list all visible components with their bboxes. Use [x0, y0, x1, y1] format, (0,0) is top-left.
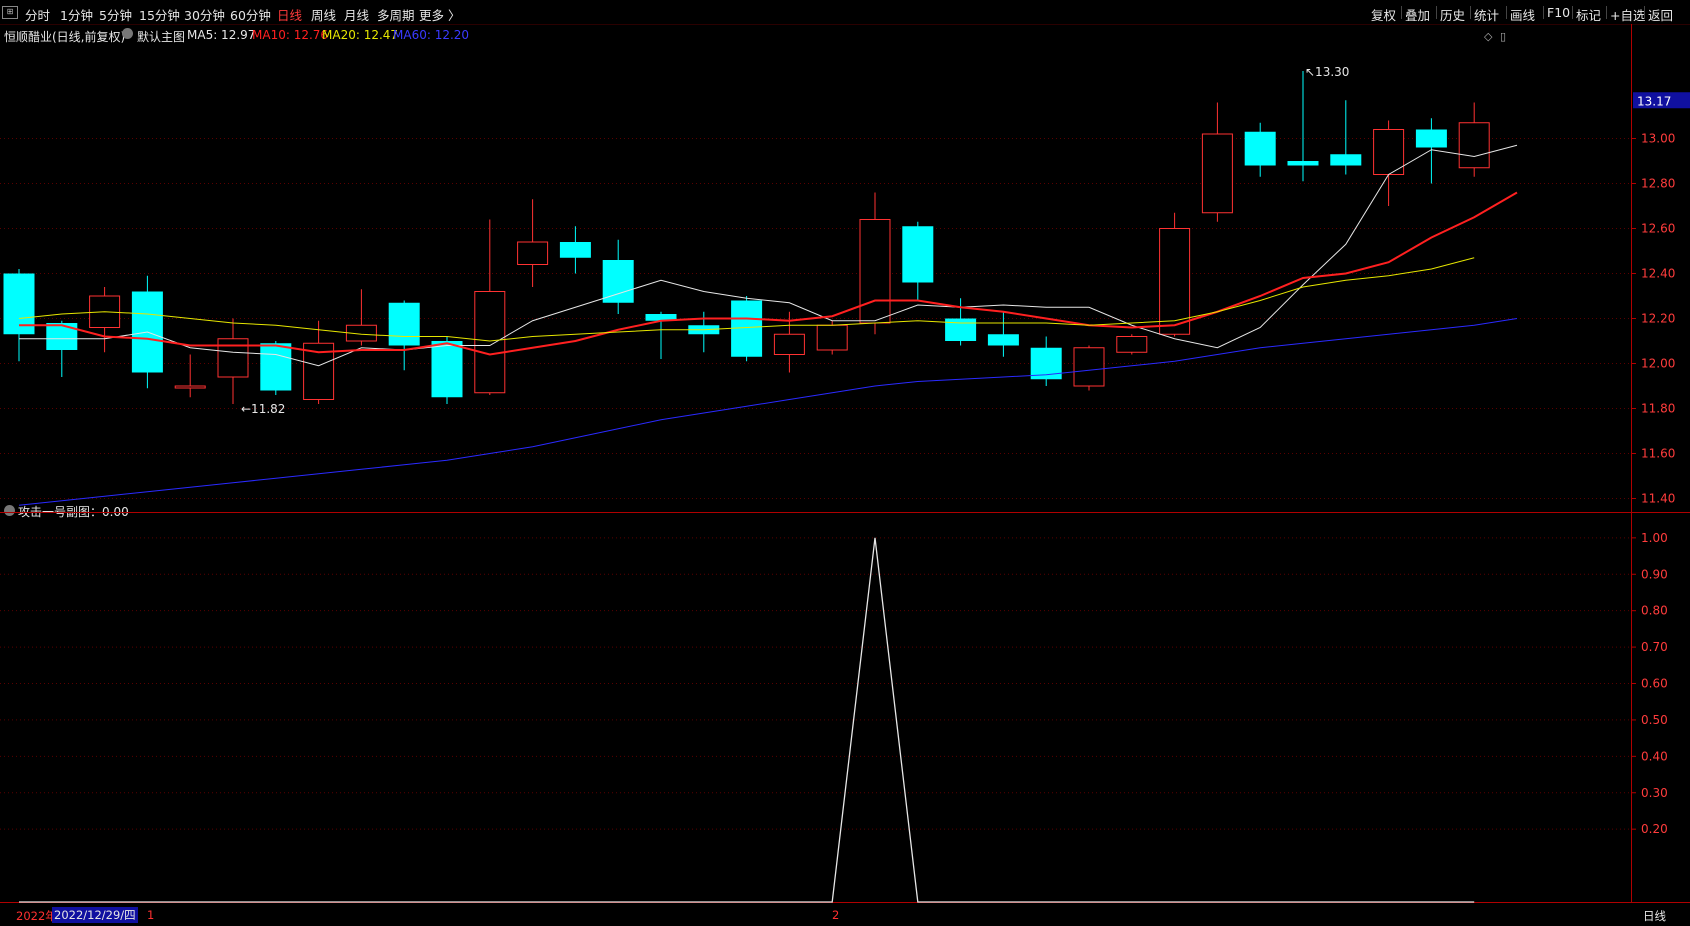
- sub-tick-label-5: 0.70: [1641, 640, 1668, 654]
- main-tick-label-4: 12.20: [1641, 312, 1675, 326]
- month-mark-2: 2: [832, 908, 840, 922]
- toolbar-separator: [1644, 6, 1645, 19]
- sub-tick-label-4: 0.60: [1641, 677, 1668, 691]
- period-tab-8[interactable]: 月线: [344, 5, 369, 24]
- candle-body-32: [1373, 129, 1405, 175]
- sub-tick-label-1: 0.30: [1641, 786, 1668, 800]
- candle-body-9: [388, 302, 420, 346]
- toolbar-separator: [1470, 6, 1471, 19]
- sub-tick-label-3: 0.50: [1641, 713, 1668, 727]
- tool-button-3[interactable]: 统计: [1474, 5, 1499, 24]
- candle-body-28: [1201, 133, 1233, 214]
- period-tab-7[interactable]: 周线: [311, 5, 336, 24]
- price-annotation-1: ↖13.30: [1305, 65, 1349, 79]
- tool-button-2[interactable]: 历史: [1440, 5, 1465, 24]
- candle-body-12: [517, 241, 549, 265]
- candle-body-30: [1287, 161, 1319, 166]
- tool-button-5[interactable]: F10: [1547, 5, 1570, 20]
- tool-button-8[interactable]: 返回: [1648, 5, 1673, 24]
- candle-body-21: [902, 226, 934, 283]
- period-tab-0[interactable]: 分时: [25, 5, 50, 24]
- toolbar-separator: [1543, 6, 1544, 19]
- window-icon[interactable]: ⊞: [2, 6, 18, 19]
- candle-body-31: [1330, 154, 1362, 166]
- sub-tick-label-8: 1.00: [1641, 531, 1668, 545]
- cursor-date: 2022/12/29/四: [52, 907, 138, 923]
- period-label[interactable]: 日线: [1643, 908, 1666, 924]
- period-tab-1[interactable]: 1分钟: [60, 5, 93, 24]
- bottom-year: 2022年: [16, 909, 57, 923]
- price-annotation-0: ←11.82: [241, 402, 285, 416]
- main-tick-label-1: 11.60: [1641, 447, 1675, 461]
- price-tag-value: 13.17: [1637, 94, 1671, 108]
- period-toolbar: ⊞ 分时 1分钟 5分钟 15分钟 30分钟 60分钟 日线 周线 月线 多周期 更多 〉 复权 叠加…: [0, 0, 1690, 25]
- candle-body-26: [1116, 336, 1148, 353]
- sub-tick-label-2: 0.40: [1641, 749, 1668, 763]
- candle-body-10: [431, 341, 463, 398]
- main-tick-label-8: 13.00: [1641, 132, 1675, 146]
- sub-tick-label-6: 0.80: [1641, 604, 1668, 618]
- toolbar-separator: [1572, 6, 1573, 19]
- candle-body-34: [1458, 122, 1490, 169]
- candle-body-33: [1415, 129, 1447, 148]
- toolbar-separator: [1401, 6, 1402, 19]
- candle-body-5: [217, 338, 249, 378]
- candle-body-11: [474, 291, 506, 394]
- sub-tick-label-7: 0.90: [1641, 567, 1668, 581]
- tool-button-0[interactable]: 复权: [1371, 5, 1396, 24]
- ma-line-ma5: [19, 144, 1518, 367]
- candle-body-29: [1244, 131, 1276, 166]
- main-tick-label-3: 12.00: [1641, 357, 1675, 371]
- period-tab-3[interactable]: 15分钟: [139, 5, 180, 24]
- main-tick-label-7: 12.80: [1641, 177, 1675, 191]
- tool-button-6[interactable]: 标记: [1576, 5, 1601, 24]
- main-tick-label-5: 12.40: [1641, 267, 1675, 281]
- period-tab-10[interactable]: 更多 〉: [419, 5, 460, 24]
- candle-body-22: [945, 318, 977, 341]
- sub-indicator-line: [19, 537, 1475, 903]
- period-tab-6[interactable]: 日线: [277, 5, 302, 24]
- candle-body-13: [559, 242, 591, 258]
- candle-body-20: [859, 219, 891, 324]
- candle-body-23: [987, 334, 1019, 346]
- month-mark-1: 1: [147, 908, 155, 922]
- candle-body-25: [1073, 347, 1105, 387]
- candle-body-18: [773, 333, 805, 355]
- candle-body-6: [260, 343, 292, 391]
- toolbar-separator: [1606, 6, 1607, 19]
- main-tick-label-2: 11.80: [1641, 402, 1675, 416]
- period-tab-4[interactable]: 30分钟: [184, 5, 225, 24]
- candle-body-4: [174, 385, 206, 389]
- period-tab-9[interactable]: 多周期: [377, 5, 415, 24]
- candle-body-17: [731, 300, 763, 357]
- period-tab-5[interactable]: 60分钟: [230, 5, 271, 24]
- tool-button-4[interactable]: 画线: [1510, 5, 1535, 24]
- toolbar-separator: [1436, 6, 1437, 19]
- main-tick-label-0: 11.40: [1641, 492, 1675, 506]
- candle-body-14: [602, 260, 634, 303]
- period-tab-2[interactable]: 5分钟: [99, 5, 132, 24]
- main-tick-label-6: 12.60: [1641, 222, 1675, 236]
- candle-body-19: [816, 324, 848, 351]
- tool-button-1[interactable]: 叠加: [1405, 5, 1430, 24]
- kline-chart[interactable]: 11.40 11.60 11.80 12.00 12.20 12.40 12.60 12.80…: [0, 24, 1690, 926]
- tool-button-7[interactable]: +自选: [1610, 5, 1645, 24]
- candle-body-1: [46, 323, 78, 350]
- sub-tick-label-0: 0.20: [1641, 822, 1668, 836]
- toolbar-separator: [1506, 6, 1507, 19]
